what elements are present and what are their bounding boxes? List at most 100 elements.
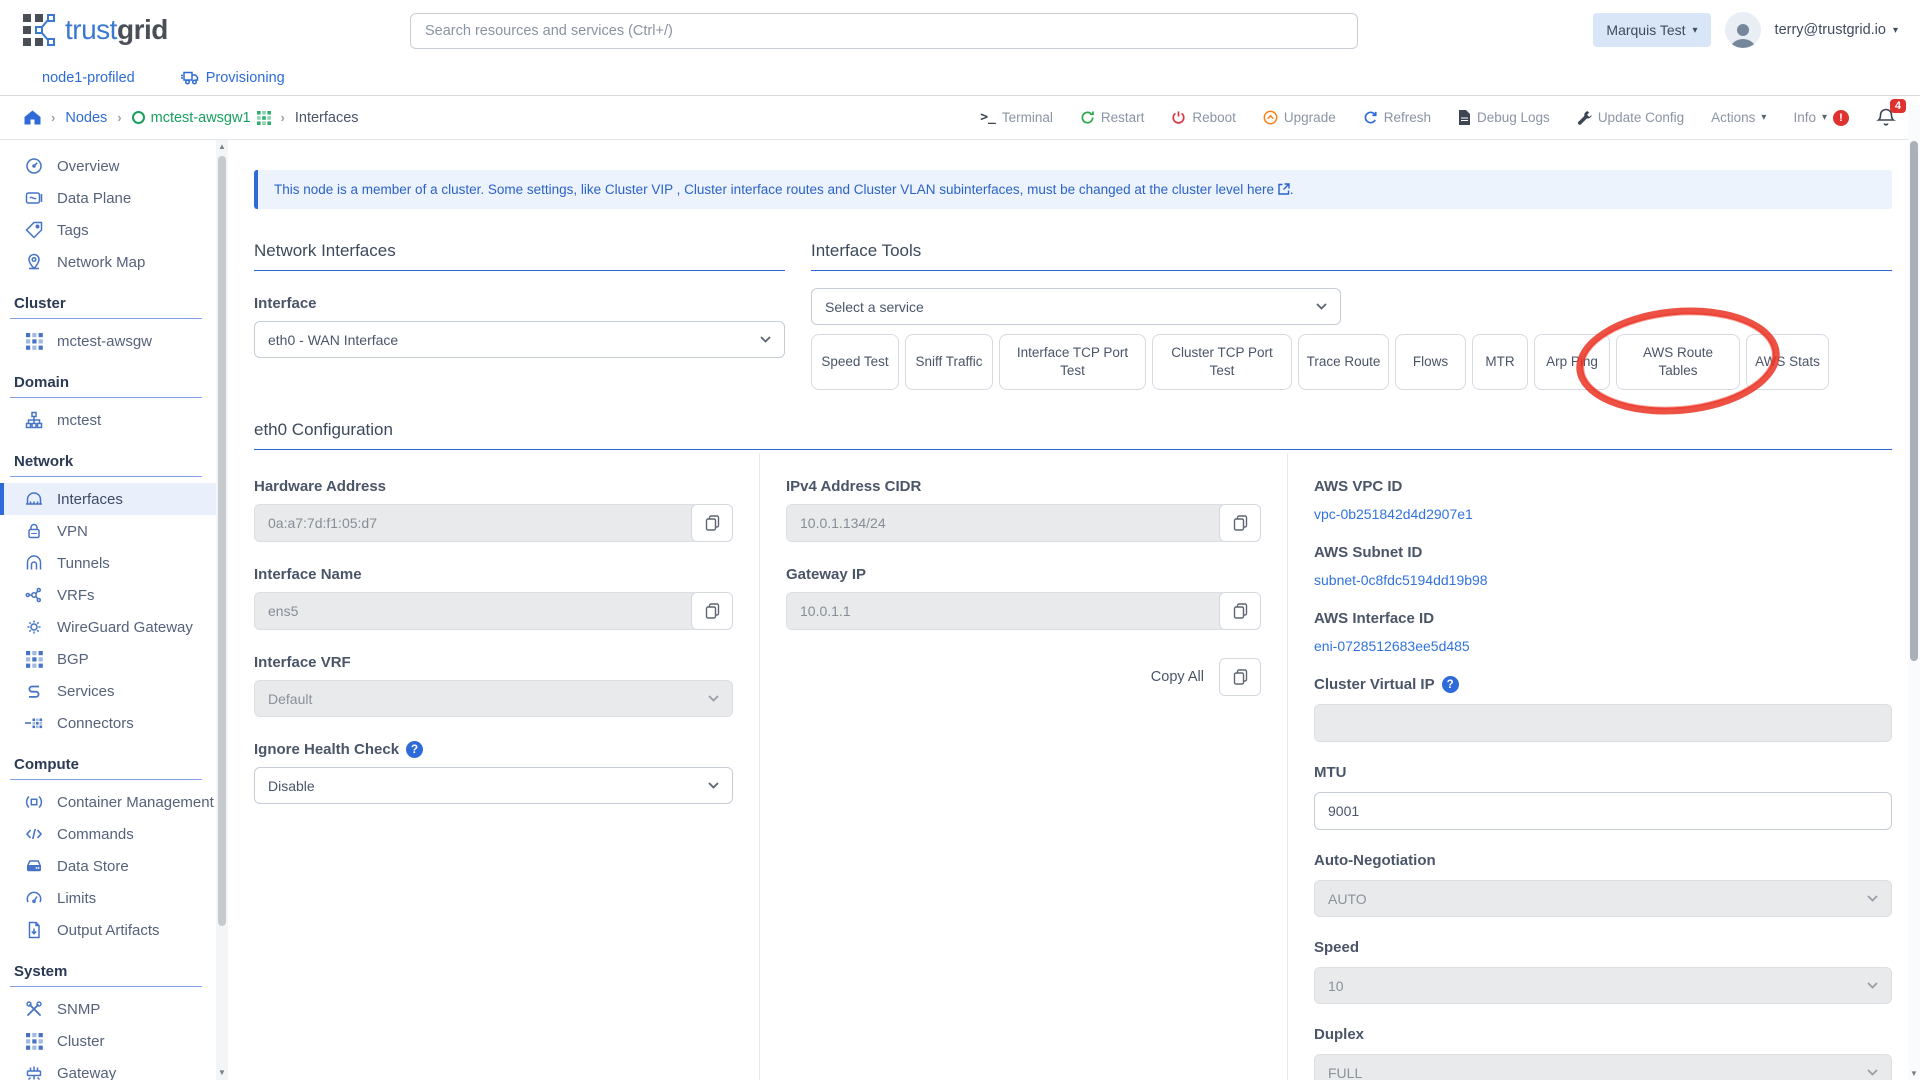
page-scroll-thumb[interactable] bbox=[1910, 141, 1918, 661]
sidebar-item-connectors[interactable]: Connectors bbox=[0, 707, 216, 739]
upgrade-button[interactable]: Upgrade bbox=[1263, 110, 1336, 125]
interface-name-field: ens5 bbox=[254, 592, 695, 630]
copy-button[interactable] bbox=[1219, 592, 1261, 630]
page-scrollbar[interactable]: ▼ bbox=[1908, 105, 1920, 1080]
avatar[interactable] bbox=[1725, 12, 1761, 48]
interface-vrf-label: Interface VRF bbox=[254, 654, 733, 671]
copy-button[interactable] bbox=[1219, 504, 1261, 542]
chevron-down-icon bbox=[708, 695, 719, 702]
sidebar-item-label: WireGuard Gateway bbox=[57, 619, 193, 636]
cluster-level-link[interactable]: here bbox=[1247, 182, 1274, 197]
sidebar-item-vpn[interactable]: VPN bbox=[0, 515, 216, 547]
mtu-input[interactable] bbox=[1314, 792, 1892, 830]
trace-route-button[interactable]: Trace Route bbox=[1298, 334, 1389, 390]
interface-vrf-select[interactable]: Default bbox=[254, 680, 733, 717]
aws-interface-id-link[interactable]: eni-0728512683ee5d485 bbox=[1314, 638, 1892, 654]
terminal-button[interactable]: >_ Terminal bbox=[980, 110, 1053, 125]
sidebar-section-domain: Domain bbox=[0, 370, 216, 397]
alert-exclamation-icon: ! bbox=[1833, 110, 1849, 126]
copy-icon bbox=[705, 603, 720, 619]
global-search bbox=[410, 13, 1358, 49]
sidebar-item-snmp[interactable]: SNMP bbox=[0, 993, 216, 1025]
duplex-select[interactable]: FULL bbox=[1314, 1054, 1892, 1080]
sidebar-item-overview[interactable]: Overview bbox=[0, 150, 216, 182]
sidebar-item-wireguard-gateway[interactable]: WireGuard Gateway bbox=[0, 611, 216, 643]
notifications-button[interactable]: 4 bbox=[1876, 107, 1896, 128]
mtr-button[interactable]: MTR bbox=[1472, 334, 1528, 390]
sidebar-item-data-plane[interactable]: Data Plane bbox=[0, 182, 216, 214]
breadcrumb-nodes[interactable]: Nodes bbox=[65, 110, 107, 126]
section-title: Network Interfaces bbox=[254, 241, 785, 271]
sidebar-scrollbar[interactable]: ▲ ▼ bbox=[216, 140, 228, 1080]
copy-button[interactable] bbox=[691, 504, 733, 542]
help-icon[interactable]: ? bbox=[406, 741, 423, 758]
interface-select-value: eth0 - WAN Interface bbox=[268, 332, 760, 348]
scroll-up-icon[interactable]: ▲ bbox=[216, 140, 228, 154]
trustgrid-logo[interactable]: trustgrid bbox=[22, 13, 168, 47]
interface-tcp-port-test-button[interactable]: Interface TCP Port Test bbox=[999, 334, 1146, 390]
service-select[interactable]: Select a service bbox=[811, 288, 1341, 325]
interface-select[interactable]: eth0 - WAN Interface bbox=[254, 321, 785, 358]
speed-test-button[interactable]: Speed Test bbox=[811, 334, 899, 390]
org-switcher-button[interactable]: Marquis Test ▾ bbox=[1593, 13, 1710, 47]
flow-icon bbox=[24, 682, 44, 700]
ignore-health-check-select[interactable]: Disable bbox=[254, 767, 733, 804]
provisioning-link[interactable]: Provisioning bbox=[181, 70, 285, 86]
sidebar-item-label: Gateway bbox=[57, 1065, 116, 1080]
sidebar-item-mctest[interactable]: mctest bbox=[0, 404, 216, 436]
sidebar-item-interfaces[interactable]: Interfaces bbox=[0, 483, 216, 515]
sidebar-item-vrfs[interactable]: VRFs bbox=[0, 579, 216, 611]
breadcrumb-separator: › bbox=[281, 110, 285, 125]
sidebar-item-mctest-awsgw[interactable]: mctest-awsgw bbox=[0, 325, 216, 357]
sidebar-item-network-map[interactable]: Network Map bbox=[0, 246, 216, 278]
sidebar-item-data-store[interactable]: Data Store bbox=[0, 850, 216, 882]
help-icon[interactable]: ? bbox=[1442, 676, 1459, 693]
copy-all-button[interactable] bbox=[1219, 658, 1261, 696]
reboot-button[interactable]: Reboot bbox=[1171, 110, 1236, 125]
chevron-down-icon bbox=[708, 782, 719, 789]
update-config-button[interactable]: Update Config bbox=[1577, 110, 1684, 125]
scroll-down-icon[interactable]: ▼ bbox=[1908, 1069, 1920, 1078]
cluster-grid-icon bbox=[24, 333, 44, 350]
interface-tools-section: Interface Tools Select a service Speed T… bbox=[811, 241, 1892, 390]
aws-interface-id-label: AWS Interface ID bbox=[1314, 610, 1892, 627]
aws-stats-button[interactable]: AWS Stats bbox=[1746, 334, 1829, 390]
search-input[interactable] bbox=[410, 13, 1358, 49]
section-divider bbox=[10, 779, 202, 780]
sidebar-item-limits[interactable]: Limits bbox=[0, 882, 216, 914]
breadcrumb-node[interactable]: mctest-awsgw1 bbox=[132, 110, 271, 126]
speed-select[interactable]: 10 bbox=[1314, 967, 1892, 1004]
user-menu[interactable]: terry@trustgrid.io ▾ bbox=[1775, 22, 1898, 38]
flows-button[interactable]: Flows bbox=[1395, 334, 1466, 390]
sidebar-item-output-artifacts[interactable]: Output Artifacts bbox=[0, 914, 216, 946]
debug-logs-button[interactable]: Debug Logs bbox=[1458, 110, 1550, 125]
scroll-down-icon[interactable]: ▼ bbox=[216, 1066, 228, 1080]
sidebar-item-commands[interactable]: Commands bbox=[0, 818, 216, 850]
aws-vpc-id-link[interactable]: vpc-0b251842d4d2907e1 bbox=[1314, 506, 1892, 522]
copy-icon bbox=[1233, 603, 1248, 619]
cluster-alert: This node is a member of a cluster. Some… bbox=[254, 170, 1892, 209]
aws-route-tables-button[interactable]: AWS Route Tables bbox=[1616, 334, 1740, 390]
sidebar-scroll-thumb[interactable] bbox=[218, 156, 226, 926]
node-profile-link[interactable]: node1-profiled bbox=[42, 70, 135, 86]
sidebar-item-cluster[interactable]: Cluster bbox=[0, 1025, 216, 1057]
copy-button[interactable] bbox=[691, 592, 733, 630]
info-menu-button[interactable]: Info ▾ ! bbox=[1793, 110, 1849, 126]
cluster-tcp-port-test-button[interactable]: Cluster TCP Port Test bbox=[1152, 334, 1292, 390]
actions-menu-button[interactable]: Actions ▾ bbox=[1711, 110, 1766, 125]
sidebar-item-tags[interactable]: Tags bbox=[0, 214, 216, 246]
home-icon[interactable] bbox=[24, 110, 41, 125]
aws-subnet-id-link[interactable]: subnet-0c8fdc5194dd19b98 bbox=[1314, 572, 1892, 588]
sidebar-item-gateway[interactable]: Gateway bbox=[0, 1057, 216, 1080]
sniff-traffic-button[interactable]: Sniff Traffic bbox=[905, 334, 993, 390]
restart-button[interactable]: Restart bbox=[1080, 110, 1145, 125]
breadcrumb-separator: › bbox=[51, 110, 55, 125]
sidebar-item-tunnels[interactable]: Tunnels bbox=[0, 547, 216, 579]
auto-negotiation-select[interactable]: AUTO bbox=[1314, 880, 1892, 917]
config-column-2: IPv4 Address CIDR 10.0.1.134/24 Gateway … bbox=[760, 454, 1288, 1080]
refresh-button[interactable]: Refresh bbox=[1363, 110, 1431, 125]
sidebar-item-services[interactable]: Services bbox=[0, 675, 216, 707]
sidebar-item-bgp[interactable]: BGP bbox=[0, 643, 216, 675]
arp-ping-button[interactable]: Arp Ping bbox=[1534, 334, 1610, 390]
sidebar-item-container-management[interactable]: Container Management bbox=[0, 786, 216, 818]
